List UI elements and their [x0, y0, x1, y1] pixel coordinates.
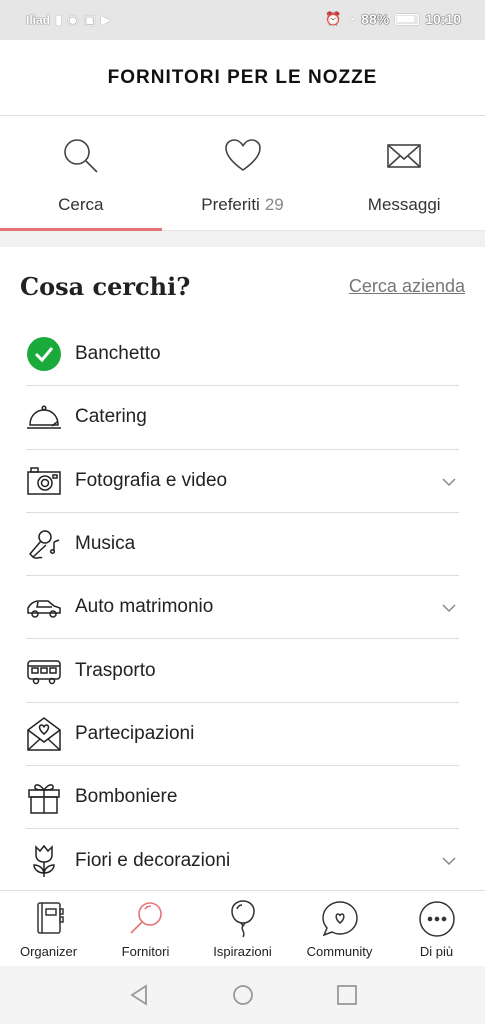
category-item-auto[interactable]: Auto matrimonio [26, 576, 459, 640]
page-title: FORNITORI PER LE NOZZE [107, 66, 378, 88]
category-item-partecipazioni[interactable]: Partecipazioni [26, 703, 459, 767]
chat-heart-icon [321, 901, 358, 937]
category-label: Auto matrimonio [75, 596, 214, 618]
nav-label: Organizer [19, 944, 78, 959]
microphone-icon [26, 526, 62, 562]
category-item-catering[interactable]: Catering [26, 386, 459, 450]
nav-organizer[interactable]: Organizer [0, 891, 97, 966]
invitation-icon [26, 716, 62, 752]
speed-icon: ◔ [347, 11, 356, 27]
envelope-icon [387, 144, 421, 168]
bus-icon [26, 653, 62, 689]
app-header: FORNITORI PER LE NOZZE [0, 40, 485, 116]
eye-icon: ◉ [67, 12, 79, 27]
category-label: Banchetto [75, 343, 161, 365]
clock: 10:10 [425, 11, 461, 27]
chevron-down-icon[interactable] [441, 600, 457, 616]
category-label: Catering [75, 406, 147, 428]
tab-label: Messaggi [367, 195, 441, 214]
section-divider [0, 231, 485, 247]
chevron-down-icon[interactable] [441, 853, 457, 869]
tab-label: Cerca [58, 195, 104, 214]
favorites-count: 29 [264, 195, 284, 214]
nav-fornitori[interactable]: Fornitori [97, 891, 194, 966]
battery-icon [395, 13, 420, 25]
organizer-book-icon [36, 902, 64, 934]
status-left: Iliad ▮ ◉ ▣ ▶ [26, 12, 111, 28]
tab-bar: Cerca Preferiti 29 Messaggi [0, 117, 485, 231]
car-icon [26, 589, 62, 625]
category-label: Fiori e decorazioni [75, 849, 231, 871]
home-circle-icon[interactable] [231, 983, 255, 1007]
category-label: Trasporto [75, 659, 156, 681]
category-item-fiori[interactable]: Fiori e decorazioni [26, 829, 459, 893]
status-right: ⏰ ◔ 88% 10:10 [325, 11, 461, 27]
nav-more[interactable]: Di più [388, 891, 485, 966]
balloon-icon [230, 900, 255, 938]
category-item-trasporto[interactable]: Trasporto [26, 639, 459, 703]
status-bar: Iliad ▮ ◉ ▣ ▶ ⏰ ◔ 88% 10:10 [0, 0, 485, 40]
tab-preferiti[interactable]: Preferiti 29 [162, 117, 324, 230]
nav-ispirazioni[interactable]: Ispirazioni [194, 891, 291, 966]
nav-label: Fornitori [121, 944, 170, 959]
nav-community[interactable]: Community [291, 891, 388, 966]
tab-messaggi[interactable]: Messaggi [323, 117, 485, 230]
tulip-icon [26, 843, 62, 879]
cloche-icon [26, 399, 62, 435]
section-header: Cosa cerchi? Cerca azienda [20, 266, 465, 306]
carrier-name: Iliad [26, 13, 51, 27]
play-icon: ▶ [100, 12, 111, 27]
category-item-bomboniere[interactable]: Bomboniere [26, 766, 459, 830]
section-title: Cosa cerchi? [20, 271, 191, 301]
magnifier-icon [129, 902, 162, 934]
category-label: Musica [75, 533, 136, 555]
gallery-icon: ▣ [83, 12, 96, 27]
bottom-nav: Organizer Fornitori Ispirazioni Communit… [0, 890, 485, 966]
category-label: Bomboniere [75, 786, 178, 808]
gift-icon [26, 779, 62, 815]
camera-icon [26, 463, 62, 499]
tab-label-text: Preferiti [201, 195, 260, 214]
tab-label: Preferiti 29 [201, 195, 284, 215]
tab-cerca[interactable]: Cerca [0, 117, 162, 231]
alarm-icon: ⏰ [325, 11, 342, 26]
chevron-down-icon[interactable] [441, 474, 457, 490]
search-company-link[interactable]: Cerca azienda [349, 276, 465, 297]
signal-icon: ▮ [55, 12, 63, 27]
nav-label: Di più [419, 944, 454, 959]
nav-label: Community [306, 944, 373, 959]
category-item-banchetto[interactable]: Banchetto [26, 323, 459, 387]
category-label: Fotografia e video [75, 469, 228, 491]
heart-icon [224, 139, 261, 171]
category-item-musica[interactable]: Musica [26, 513, 459, 577]
category-list: Banchetto Catering Fotografia e video Mu… [26, 323, 459, 893]
nav-label: Ispirazioni [213, 944, 272, 959]
recents-square-icon[interactable] [335, 983, 359, 1007]
back-triangle-icon[interactable] [127, 983, 151, 1007]
search-icon [64, 139, 98, 173]
system-nav-bar [0, 966, 485, 1024]
check-circle-icon [26, 336, 62, 372]
category-label: Partecipazioni [75, 722, 195, 744]
more-dots-icon [418, 901, 455, 937]
battery-percent: 88% [361, 11, 390, 27]
category-item-fotografia[interactable]: Fotografia e video [26, 450, 459, 513]
